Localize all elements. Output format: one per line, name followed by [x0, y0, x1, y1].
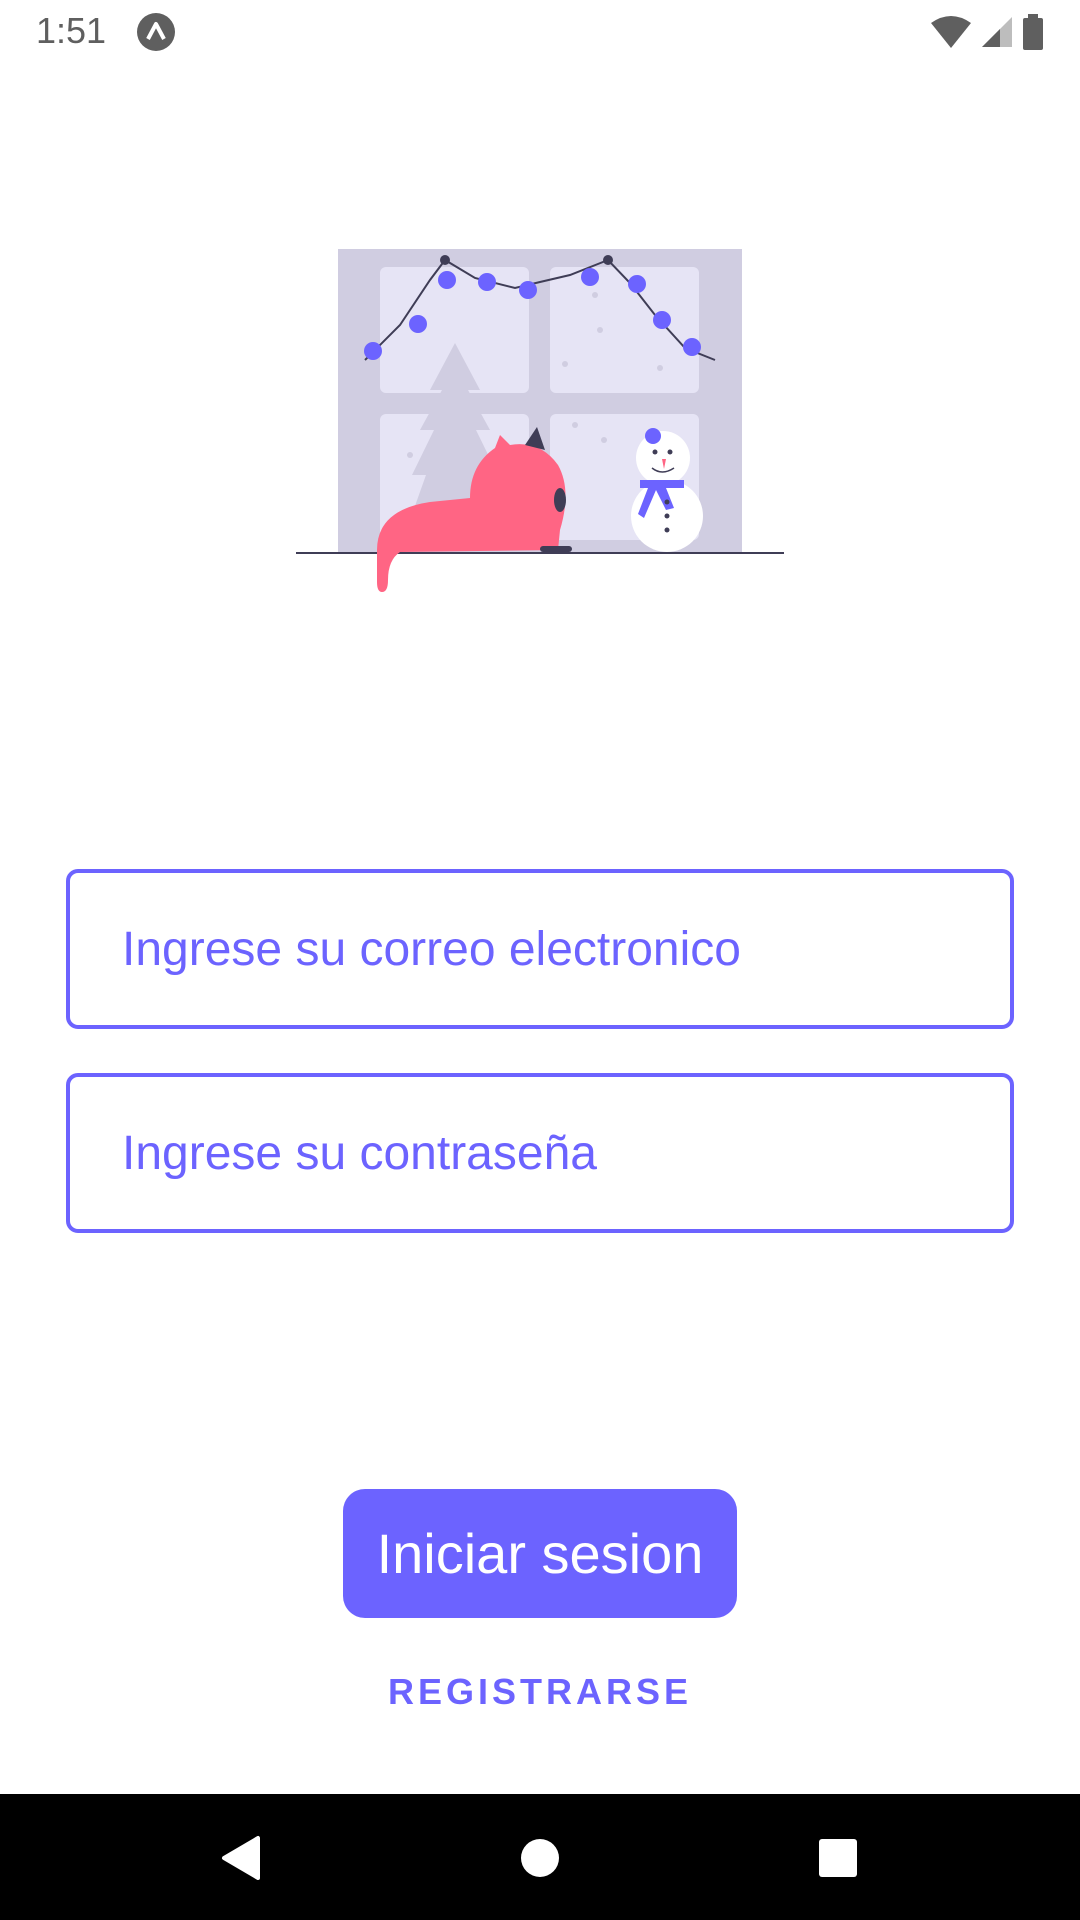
login-screen: 1:51 Ingrese su correo electronico Inici…: [0, 0, 1080, 1920]
cat-window-snowman-illustration: [296, 249, 784, 592]
recents-square-icon: [819, 1839, 857, 1877]
battery-icon: [1023, 14, 1043, 50]
password-input[interactable]: [120, 1124, 1010, 1182]
login-button[interactable]: Iniciar sesion: [343, 1489, 737, 1618]
back-triangle-icon: [222, 1836, 260, 1880]
signal-icon: [982, 17, 1012, 47]
home-circle-icon: [521, 1839, 559, 1877]
wifi-icon: [931, 16, 971, 48]
home-button[interactable]: [512, 1830, 568, 1886]
a-circle-icon: [137, 13, 175, 51]
email-field[interactable]: [66, 869, 1014, 1029]
recents-button[interactable]: [810, 1830, 866, 1886]
password-field[interactable]: [66, 1073, 1014, 1233]
email-input[interactable]: [120, 920, 1010, 978]
navigation-bar: [0, 1794, 1080, 1920]
back-button[interactable]: [212, 1830, 268, 1886]
status-icons: [930, 12, 1044, 52]
status-bar: 1:51: [0, 0, 1080, 63]
status-time: 1:51: [36, 10, 107, 51]
register-button[interactable]: REGISTRARSE: [340, 1660, 740, 1724]
